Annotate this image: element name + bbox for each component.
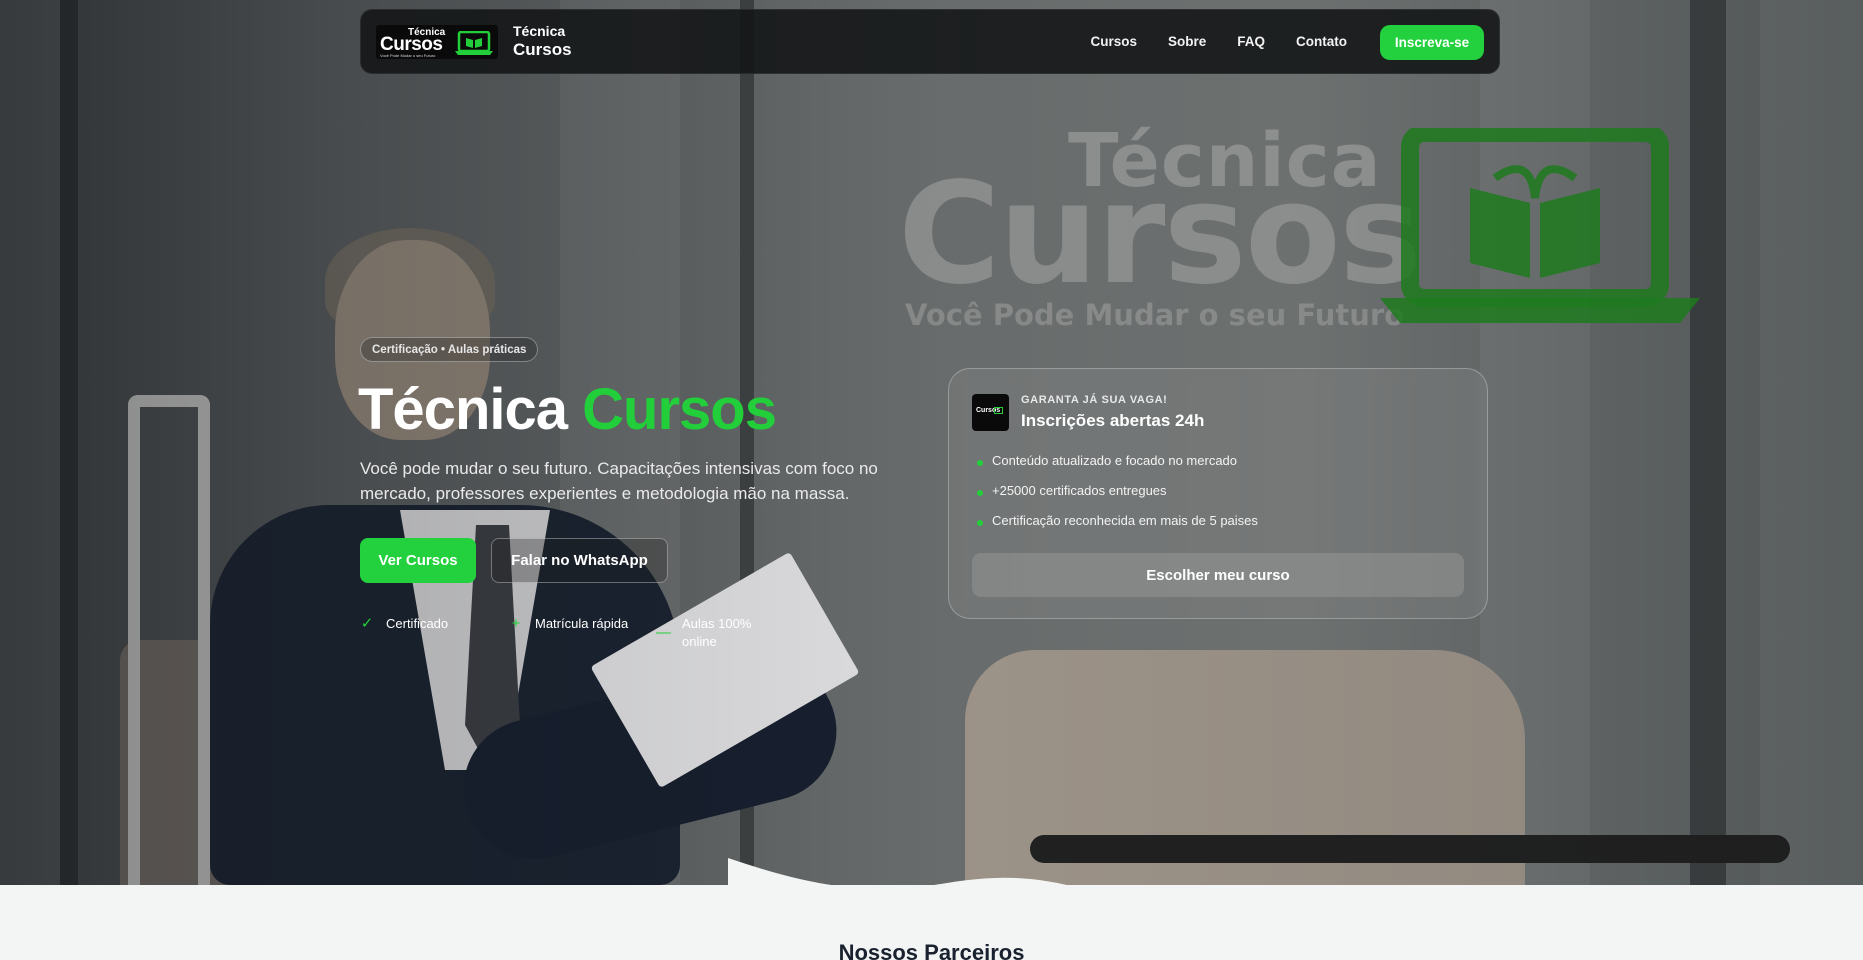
plus-icon: + — [511, 615, 521, 632]
list-item: Certificação reconhecida em mais de 5 pa… — [977, 513, 1258, 543]
feature-online: — Aulas 100% online — [656, 615, 757, 651]
choose-course-button[interactable]: Escolher meu curso — [972, 553, 1464, 597]
whatsapp-button[interactable]: Falar no WhatsApp — [491, 538, 668, 583]
card-title: Inscrições abertas 24h — [1021, 411, 1205, 430]
list-item-text: +25000 certificados entregues — [992, 483, 1167, 498]
brand-line2: Cursos — [513, 39, 572, 59]
signup-button[interactable]: Inscreva-se — [1380, 25, 1484, 60]
hero-description: Você pode mudar o seu futuro. Capacitaçõ… — [360, 459, 878, 503]
watermark-logo-line2: Cursos — [898, 153, 1422, 316]
card-logo: Cursos — [972, 394, 1009, 431]
section-divider-wave — [728, 858, 1110, 898]
brand-line1: Técnica — [513, 23, 566, 39]
nav-link-faq[interactable]: FAQ — [1237, 34, 1265, 49]
hero-badge: Certificação • Aulas práticas — [360, 337, 539, 362]
list-item: Conteúdo atualizado e focado no mercado — [977, 453, 1258, 483]
nav-link-cursos[interactable]: Cursos — [1090, 34, 1137, 49]
hero-title-part1: Técnica — [358, 377, 568, 442]
view-courses-button[interactable]: Ver Cursos — [360, 538, 476, 583]
navbar: Técnica Cursos Você Pode Mudar o seu Fut… — [360, 9, 1500, 74]
list-item: +25000 certificados entregues — [977, 483, 1258, 513]
feature-label: Matrícula rápida — [535, 616, 629, 631]
nav-link-sobre[interactable]: Sobre — [1168, 34, 1206, 49]
partners-title: Nossos Parceiros — [838, 940, 1025, 960]
feature-matricula: + Matrícula rápida — [509, 615, 629, 633]
check-icon: ✓ — [360, 615, 374, 632]
bullet-dot-icon — [977, 490, 983, 496]
minus-icon: — — [656, 624, 671, 641]
nav-link-contato[interactable]: Contato — [1296, 34, 1347, 49]
book-laptop-icon — [994, 407, 1003, 414]
bullet-dot-icon — [977, 460, 983, 466]
list-item-text: Certificação reconhecida em mais de 5 pa… — [992, 513, 1258, 528]
bullet-dot-icon — [977, 520, 983, 526]
book-laptop-icon — [1380, 128, 1700, 323]
site-logo[interactable]: Técnica Cursos Você Pode Mudar o seu Fut… — [376, 25, 498, 59]
card-benefits-list: Conteúdo atualizado e focado no mercado … — [977, 453, 1258, 543]
brand-name[interactable]: Técnica Cursos — [513, 23, 572, 60]
card-kicker: GARANTA JÁ SUA VAGA! — [1021, 394, 1168, 406]
book-laptop-icon — [455, 31, 493, 55]
logo-tagline: Você Pode Mudar o seu Futuro — [380, 53, 436, 58]
watermark-logo-tagline: Você Pode Mudar o seu Futuro — [905, 298, 1405, 332]
list-item-text: Conteúdo atualizado e focado no mercado — [992, 453, 1238, 468]
enrollment-card: Cursos GARANTA JÁ SUA VAGA! Inscrições a… — [948, 368, 1488, 619]
hero-title: Técnica Cursos — [358, 376, 777, 443]
feature-certificado: ✓ Certificado — [360, 615, 448, 633]
hero-section: Técnica Cursos Você Pode Mudar o seu Fut… — [0, 0, 1863, 885]
hero-title-part2: Cursos — [582, 377, 777, 442]
feature-label: Certificado — [386, 616, 449, 631]
feature-label: Aulas 100% online — [682, 616, 752, 649]
nav-links: Cursos Sobre FAQ Contato — [1090, 34, 1347, 49]
